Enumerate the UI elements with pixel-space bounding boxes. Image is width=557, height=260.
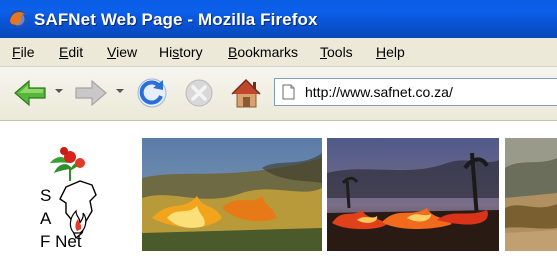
back-arrow-icon[interactable] xyxy=(12,76,48,110)
stop-icon[interactable] xyxy=(181,76,217,110)
menu-bookmarks[interactable]: Bookmarks xyxy=(228,44,298,60)
window-titlebar: SAFNet Web Page - Mozilla Firefox xyxy=(0,0,557,38)
logo-letter-s: S xyxy=(40,186,52,205)
forward-history-dropdown[interactable] xyxy=(116,89,124,93)
forward-arrow-icon[interactable] xyxy=(73,76,109,110)
logo-letter-a: A xyxy=(40,209,52,228)
menu-bar: File Edit View History Bookmarks Tools H… xyxy=(0,38,557,67)
menu-view[interactable]: View xyxy=(107,44,137,60)
address-bar[interactable] xyxy=(274,78,557,106)
menu-tools[interactable]: Tools xyxy=(320,44,353,60)
page-content: S A F Net xyxy=(0,121,557,260)
menu-file[interactable]: File xyxy=(12,44,35,60)
firefox-icon xyxy=(9,10,27,28)
reload-icon[interactable] xyxy=(134,76,170,110)
home-icon[interactable] xyxy=(228,76,264,110)
navigation-toolbar xyxy=(0,67,557,121)
menu-edit[interactable]: Edit xyxy=(59,44,83,60)
bush-fire-photo xyxy=(327,138,499,251)
window-title: SAFNet Web Page - Mozilla Firefox xyxy=(34,10,318,29)
logo-fnet-text: F Net xyxy=(40,232,82,251)
safnet-logo[interactable]: S A F Net xyxy=(36,141,108,251)
menu-help[interactable]: Help xyxy=(376,44,405,60)
page-icon xyxy=(282,84,295,100)
savanna-fire-photo xyxy=(505,138,557,251)
back-history-dropdown[interactable] xyxy=(55,89,63,93)
url-input[interactable] xyxy=(305,82,555,102)
grass-fire-photo xyxy=(142,138,322,251)
menu-history[interactable]: History xyxy=(159,44,203,60)
